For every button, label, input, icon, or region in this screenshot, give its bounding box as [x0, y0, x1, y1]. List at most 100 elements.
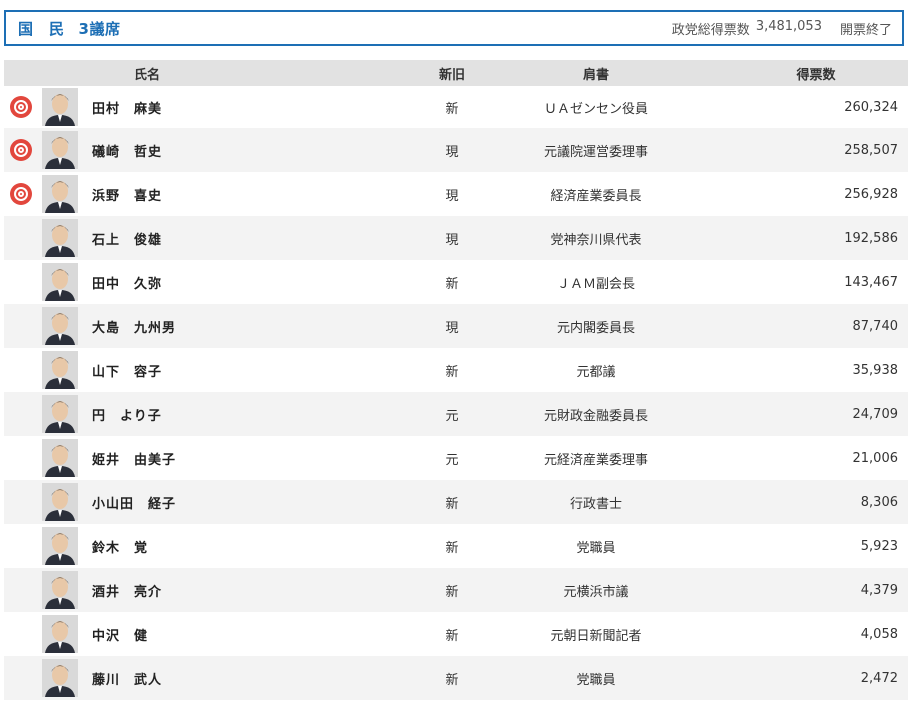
candidate-votes: 256,928	[844, 186, 898, 202]
candidate-name: 浜野 喜史	[92, 188, 163, 204]
candidate-votes: 2,472	[860, 670, 898, 686]
candidate-name: 礒崎 哲史	[92, 144, 163, 160]
candidate-votes: 35,938	[852, 362, 899, 378]
candidate-photo	[42, 615, 78, 653]
table-row: 中沢 健 新 元朝日新聞記者 4,058	[4, 612, 908, 656]
candidate-name: 大島 九州男	[92, 320, 177, 336]
candidate-shinkyu: 新	[445, 628, 459, 644]
header-meta: 政党総得票数 3,481,053 開票終了	[672, 19, 902, 38]
candidate-name: 山下 容子	[92, 364, 163, 380]
elected-cell	[4, 183, 38, 205]
table-row: 田村 麻美 新 ＵＡゼンセン役員 260,324	[4, 86, 908, 128]
column-header-shinkyu: 新旧	[438, 67, 465, 83]
candidate-shinkyu: 新	[445, 672, 459, 688]
candidate-photo	[42, 483, 78, 521]
candidate-name: 田中 久弥	[92, 276, 163, 292]
candidate-shinkyu: 新	[445, 101, 459, 117]
table-row: 鈴木 覚 新 党職員 5,923	[4, 524, 908, 568]
party-title: 国 民 3議席	[6, 18, 120, 39]
column-header-name: 氏名	[134, 67, 161, 83]
seat-count: 3議席	[78, 19, 121, 38]
table-row: 小山田 経子 新 行政書士 8,306	[4, 480, 908, 524]
table-row: 浜野 喜史 現 経済産業委員長 256,928	[4, 172, 908, 216]
table-row: 礒崎 哲史 現 元議院運営委理事 258,507	[4, 128, 908, 172]
candidate-title: 党職員	[576, 540, 616, 556]
candidate-photo	[42, 263, 78, 301]
elected-cell	[4, 139, 38, 161]
candidate-votes: 21,006	[852, 450, 899, 466]
candidate-shinkyu: 現	[445, 144, 459, 160]
table-row: 大島 九州男 現 元内閣委員長 87,740	[4, 304, 908, 348]
candidate-name: 中沢 健	[92, 628, 149, 644]
candidate-photo	[42, 307, 78, 345]
elected-rose-icon	[10, 96, 32, 118]
candidate-shinkyu: 現	[445, 188, 459, 204]
party-header: 国 民 3議席 政党総得票数 3,481,053 開票終了	[4, 10, 904, 46]
count-status: 開票終了	[839, 22, 892, 38]
candidate-title: 元朝日新聞記者	[550, 628, 642, 644]
candidate-photo	[42, 175, 78, 213]
candidate-shinkyu: 元	[445, 408, 459, 424]
candidate-name: 鈴木 覚	[92, 540, 149, 556]
candidate-votes: 4,058	[860, 626, 898, 642]
candidate-shinkyu: 新	[445, 496, 459, 512]
candidate-shinkyu: 現	[445, 232, 459, 248]
table-body: 田村 麻美新 ＵＡゼンセン役員 260,324 礒崎 哲史現元議院運営委理事 258,5…	[4, 86, 908, 700]
candidate-title: 党神奈川県代表	[550, 232, 642, 248]
candidate-votes: 5,923	[860, 538, 898, 554]
candidate-title: 元横浜市議	[563, 584, 629, 600]
party-name: 国 民	[18, 19, 65, 38]
candidate-votes: 258,507	[844, 142, 898, 158]
candidate-title: 党職員	[576, 672, 616, 688]
candidate-name: 小山田 経子	[92, 496, 177, 512]
candidate-title: 経済産業委員長	[550, 188, 642, 204]
candidate-name: 藤川 武人	[92, 672, 163, 688]
candidate-photo	[42, 659, 78, 697]
candidate-name: 田村 麻美	[92, 101, 163, 117]
table-row: 藤川 武人 新 党職員 2,472	[4, 656, 908, 700]
column-header-title: 肩書	[582, 67, 609, 83]
candidate-photo	[42, 395, 78, 433]
candidate-shinkyu: 新	[445, 584, 459, 600]
candidate-title: 元都議	[576, 364, 616, 380]
candidate-title: 元内閣委員長	[556, 320, 635, 336]
table-row: 姫井 由美子 元 元経済産業委理事 21,006	[4, 436, 908, 480]
candidate-shinkyu: 新	[445, 540, 459, 556]
candidate-photo	[42, 439, 78, 477]
candidate-title: 行政書士	[569, 496, 622, 512]
candidate-photo	[42, 131, 78, 169]
total-votes: 政党総得票数 3,481,053	[672, 19, 822, 38]
candidate-votes: 24,709	[852, 406, 899, 422]
candidate-name: 円 より子	[92, 408, 162, 424]
candidate-title: 元経済産業委理事	[543, 452, 648, 468]
candidate-photo	[42, 351, 78, 389]
candidate-name: 姫井 由美子	[92, 452, 177, 468]
candidate-shinkyu: 新	[445, 276, 459, 292]
table-header: 氏名 新旧 肩書 得票数	[4, 60, 908, 86]
candidate-table: 氏名 新旧 肩書 得票数 田村 麻美新 ＵＡゼンセン役員 260,324 礒崎 哲史現…	[4, 60, 908, 700]
candidate-votes: 192,586	[844, 230, 898, 246]
candidate-shinkyu: 元	[445, 452, 459, 468]
candidate-votes: 8,306	[860, 494, 898, 510]
elected-rose-icon	[10, 183, 32, 205]
table-row: 山下 容子 新 元都議 35,938	[4, 348, 908, 392]
table-row: 石上 俊雄 現 党神奈川県代表 192,586	[4, 216, 908, 260]
candidate-votes: 260,324	[844, 99, 898, 115]
table-row: 田中 久弥 新 ＪＡＭ副会長 143,467	[4, 260, 908, 304]
candidate-photo	[42, 219, 78, 257]
column-header-votes: 得票数	[796, 67, 836, 83]
candidate-votes: 4,379	[860, 582, 898, 598]
candidate-photo	[42, 571, 78, 609]
candidate-title: ＪＡＭ副会長	[556, 276, 635, 292]
candidate-votes: 87,740	[852, 318, 899, 334]
candidate-title: 元議院運営委理事	[543, 144, 648, 160]
table-row: 酒井 亮介 新 元横浜市議 4,379	[4, 568, 908, 612]
candidate-title: 元財政金融委員長	[543, 408, 648, 424]
candidate-shinkyu: 新	[445, 364, 459, 380]
candidate-photo	[42, 88, 78, 126]
candidate-name: 石上 俊雄	[92, 232, 163, 248]
candidate-title: ＵＡゼンセン役員	[543, 101, 648, 117]
candidate-shinkyu: 現	[445, 320, 459, 336]
candidate-photo	[42, 527, 78, 565]
elected-rose-icon	[10, 139, 32, 161]
